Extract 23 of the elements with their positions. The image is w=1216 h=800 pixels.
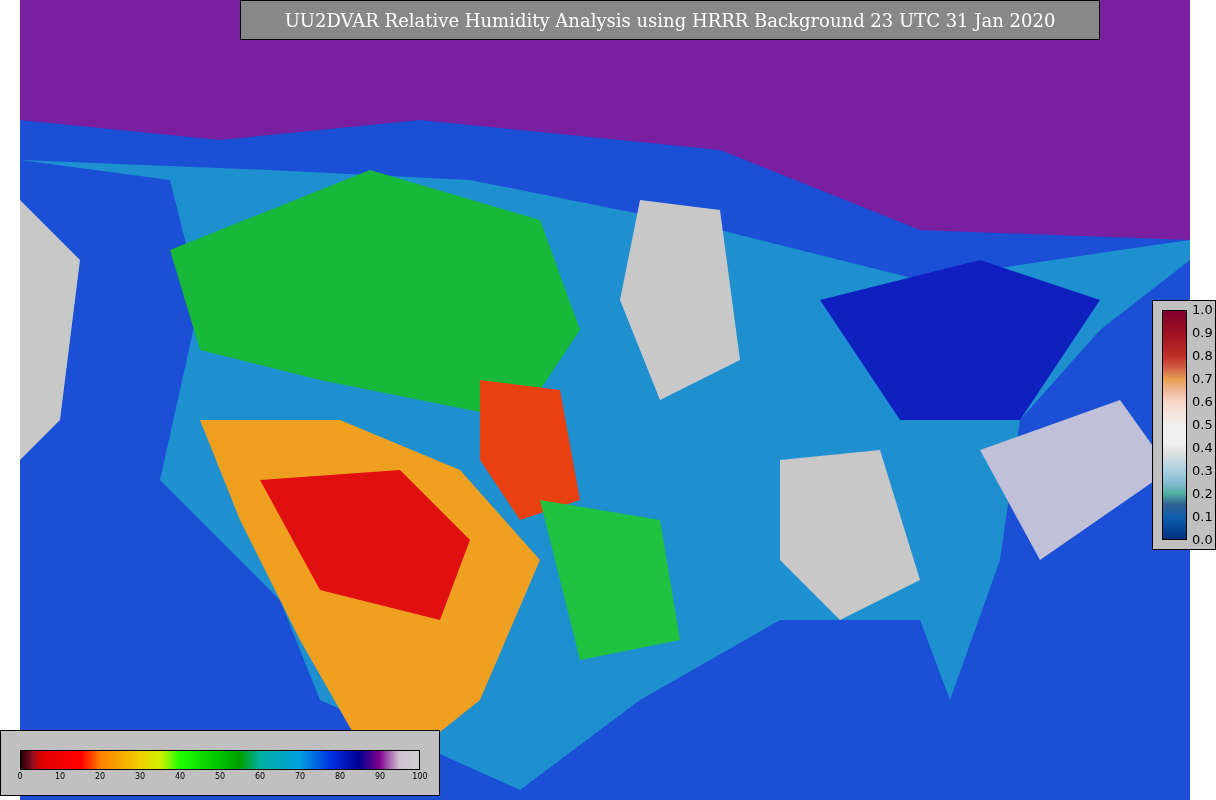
colorbar-tick-label: 90 (374, 773, 386, 781)
colorbar-tick-label: 0.8 (1192, 349, 1213, 362)
colorbar-tick-label: 80 (334, 773, 346, 781)
colorbar-tick-label: 0.7 (1192, 372, 1213, 385)
colorbar-tick-label: 0 (17, 773, 23, 781)
colorbar-tick-label: 20 (94, 773, 106, 781)
colorbar-tick-label: 0.9 (1192, 326, 1213, 339)
colorbar-tick-label: 10 (54, 773, 66, 781)
colorbar-tick-label: 1.0 (1192, 303, 1213, 316)
colorbar-tick-label: 40 (174, 773, 186, 781)
colorbar-tick-label: 0.4 (1192, 441, 1213, 454)
colorbar-tick-label: 0.1 (1192, 510, 1213, 523)
colorbar-tick-label: 0.5 (1192, 418, 1213, 431)
colorbar-tick-label: 100 (412, 773, 428, 781)
colorbar-tick-label: 50 (214, 773, 226, 781)
colorbar-tick-label: 0.6 (1192, 395, 1213, 408)
map-title: UU2DVAR Relative Humidity Analysis using HRRR Background 23 UTC 31 Jan 2020 (240, 0, 1100, 40)
colorbar-tick-label: 60 (254, 773, 266, 781)
colorbar-tick-label: 0.3 (1192, 464, 1213, 477)
colorbar-tick-label: 0.0 (1192, 533, 1213, 546)
colorbar-tick-label: 30 (134, 773, 146, 781)
colorbar-tick-label: 0.2 (1192, 487, 1213, 500)
colorbar-tick-label: 70 (294, 773, 306, 781)
